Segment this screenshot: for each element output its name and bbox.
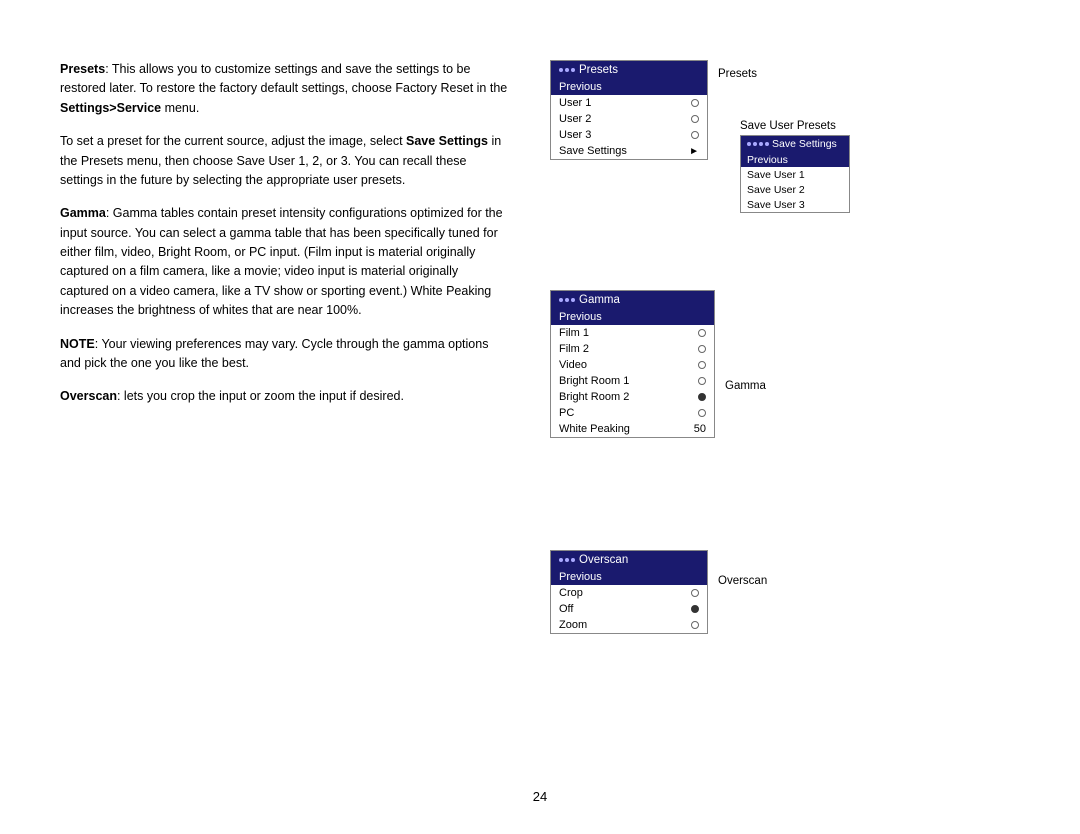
- gamma-menu-item-previous[interactable]: Previous: [551, 309, 714, 325]
- save-settings-previous-label: Previous: [747, 154, 788, 166]
- note-body: : Your viewing preferences may vary. Cyc…: [60, 337, 488, 370]
- presets-item-save-settings-label: Save Settings: [559, 145, 627, 157]
- gamma-item-film1-radio: [698, 329, 706, 337]
- gamma-item-bright1-radio: [698, 377, 706, 385]
- gamma-item-film1-label: Film 1: [559, 327, 589, 339]
- overscan-body: : lets you crop the input or zoom the in…: [117, 389, 404, 403]
- presets-body1: : This allows you to customize settings …: [60, 62, 507, 95]
- gamma-item-video-radio: [698, 361, 706, 369]
- presets-body2: menu.: [161, 101, 199, 115]
- presets-menu-title-bar: Presets: [551, 61, 707, 79]
- presets-menu-dots: [559, 68, 575, 72]
- gamma-menu-dots: [559, 298, 575, 302]
- presets-item-user3-radio: [691, 131, 699, 139]
- page-number: 24: [533, 789, 547, 804]
- overscan-item-off-radio: [691, 605, 699, 613]
- note-paragraph: NOTE: Your viewing preferences may vary.…: [60, 335, 510, 374]
- overscan-menu-box[interactable]: Overscan Previous Crop Off Zoom: [550, 550, 708, 634]
- overscan-menu-title-bar: Overscan: [551, 551, 707, 569]
- overscan-menu-title: Overscan: [579, 554, 628, 566]
- gamma-item-film2-radio: [698, 345, 706, 353]
- gamma-menu-item-video[interactable]: Video: [551, 357, 714, 373]
- presets-item-user1-radio: [691, 99, 699, 107]
- presets-menu-item-user3[interactable]: User 3: [551, 127, 707, 143]
- overscan-menu-item-previous[interactable]: Previous: [551, 569, 707, 585]
- overscan-item-zoom-radio: [691, 621, 699, 629]
- note-heading: NOTE: [60, 337, 95, 351]
- save-settings-user3-label: Save User 3: [747, 199, 805, 211]
- settings-service-bold: Settings>Service: [60, 101, 161, 115]
- save-settings-item-user3[interactable]: Save User 3: [741, 197, 849, 212]
- gamma-menu-title: Gamma: [579, 294, 620, 306]
- overscan-item-previous-label: Previous: [559, 571, 602, 583]
- save-settings-title-label: Save Settings: [772, 138, 837, 150]
- gamma-item-white-peaking-value: 50: [694, 423, 706, 435]
- presets-menu-title: Presets: [579, 64, 618, 76]
- presets-menu-box[interactable]: Presets Previous User 1 User 2 User 3: [550, 60, 708, 160]
- preset-set-intro: To set a preset for the current source, …: [60, 134, 406, 148]
- gamma-item-video-label: Video: [559, 359, 587, 371]
- gamma-menu-item-bright1[interactable]: Bright Room 1: [551, 373, 714, 389]
- presets-paragraph: Presets: This allows you to customize se…: [60, 60, 510, 118]
- gamma-menu-item-film2[interactable]: Film 2: [551, 341, 714, 357]
- save-user-presets-section: Save User Presets Save Settings Previous…: [740, 120, 850, 213]
- overscan-item-zoom-label: Zoom: [559, 619, 587, 631]
- save-settings-bold: Save Settings: [406, 134, 488, 148]
- presets-menu-item-user1[interactable]: User 1: [551, 95, 707, 111]
- overscan-menu-dots: [559, 558, 575, 562]
- overscan-menu-container: Overscan Previous Crop Off Zoom O: [550, 550, 708, 634]
- gamma-menu-item-bright2[interactable]: Bright Room 2: [551, 389, 714, 405]
- save-settings-title-bar: Save Settings: [741, 136, 849, 152]
- overscan-side-label: Overscan: [718, 575, 767, 587]
- overscan-menu-item-zoom[interactable]: Zoom: [551, 617, 707, 633]
- presets-item-user3-label: User 3: [559, 129, 591, 141]
- gamma-side-label: Gamma: [725, 380, 766, 392]
- save-settings-dots: [747, 142, 769, 146]
- gamma-item-bright2-radio: [698, 393, 706, 401]
- preset-set-paragraph: To set a preset for the current source, …: [60, 132, 510, 190]
- save-settings-item-user1[interactable]: Save User 1: [741, 167, 849, 182]
- presets-heading: Presets: [60, 62, 105, 76]
- save-settings-item-user2[interactable]: Save User 2: [741, 182, 849, 197]
- presets-item-user2-radio: [691, 115, 699, 123]
- presets-item-previous-label: Previous: [559, 81, 602, 93]
- presets-menu-item-save-settings[interactable]: Save Settings ►: [551, 143, 707, 159]
- gamma-menu-title-bar: Gamma: [551, 291, 714, 309]
- presets-menu-item-user2[interactable]: User 2: [551, 111, 707, 127]
- gamma-item-bright1-label: Bright Room 1: [559, 375, 629, 387]
- gamma-item-white-peaking-label: White Peaking: [559, 423, 630, 435]
- overscan-menu-item-crop[interactable]: Crop: [551, 585, 707, 601]
- presets-side-label: Presets: [718, 68, 757, 80]
- presets-item-user1-label: User 1: [559, 97, 591, 109]
- gamma-item-pc-label: PC: [559, 407, 574, 419]
- presets-item-user2-label: User 2: [559, 113, 591, 125]
- gamma-menu-container: Gamma Previous Film 1 Film 2 Video: [550, 290, 715, 438]
- overscan-item-crop-radio: [691, 589, 699, 597]
- save-settings-user1-label: Save User 1: [747, 169, 805, 181]
- gamma-item-previous-label: Previous: [559, 311, 602, 323]
- gamma-item-bright2-label: Bright Room 2: [559, 391, 629, 403]
- gamma-item-film2-label: Film 2: [559, 343, 589, 355]
- gamma-item-pc-radio: [698, 409, 706, 417]
- gamma-body: : Gamma tables contain preset intensity …: [60, 206, 503, 317]
- overscan-item-off-label: Off: [559, 603, 573, 615]
- gamma-menu-item-film1[interactable]: Film 1: [551, 325, 714, 341]
- presets-menu-item-previous[interactable]: Previous: [551, 79, 707, 95]
- save-user-presets-label: Save User Presets: [740, 120, 850, 132]
- overscan-item-crop-label: Crop: [559, 587, 583, 599]
- save-settings-item-previous[interactable]: Previous: [741, 152, 849, 167]
- presets-item-save-settings-arrow: ►: [689, 146, 699, 157]
- gamma-paragraph: Gamma: Gamma tables contain preset inten…: [60, 204, 510, 320]
- gamma-menu-box[interactable]: Gamma Previous Film 1 Film 2 Video: [550, 290, 715, 438]
- gamma-menu-item-white-peaking[interactable]: White Peaking 50: [551, 421, 714, 437]
- presets-menu-container: Presets Previous User 1 User 2 User 3: [550, 60, 708, 160]
- save-settings-box[interactable]: Save Settings Previous Save User 1 Save …: [740, 135, 850, 213]
- save-settings-user2-label: Save User 2: [747, 184, 805, 196]
- overscan-paragraph: Overscan: lets you crop the input or zoo…: [60, 387, 510, 406]
- gamma-menu-item-pc[interactable]: PC: [551, 405, 714, 421]
- overscan-heading: Overscan: [60, 389, 117, 403]
- overscan-menu-item-off[interactable]: Off: [551, 601, 707, 617]
- gamma-heading: Gamma: [60, 206, 106, 220]
